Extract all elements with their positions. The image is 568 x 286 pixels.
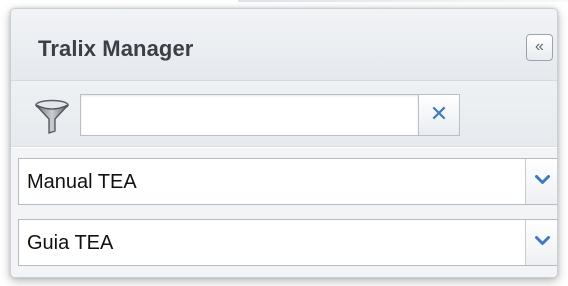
funnel-icon xyxy=(33,98,71,136)
chevron-down-icon xyxy=(535,236,550,245)
stage: Tralix Manager « ✕ Manual TEA Guia TEA xyxy=(0,0,568,286)
panel-title: Tralix Manager xyxy=(38,36,194,61)
combobox-value: Manual TEA xyxy=(27,171,137,193)
clear-filter-button[interactable]: ✕ xyxy=(418,94,460,136)
tralix-manager-panel: Tralix Manager « ✕ Manual TEA Guia TEA xyxy=(10,8,558,278)
filter-input[interactable] xyxy=(80,94,419,136)
guia-tea-combobox[interactable]: Guia TEA xyxy=(18,219,557,266)
close-icon: ✕ xyxy=(429,101,449,126)
double-chevron-left-icon: « xyxy=(535,38,544,55)
panel-body: Manual TEA Guia TEA xyxy=(11,148,557,277)
background-edge xyxy=(238,0,568,2)
combobox-trigger[interactable] xyxy=(525,159,557,204)
combobox-trigger[interactable] xyxy=(525,220,557,265)
panel-header: Tralix Manager « xyxy=(11,9,557,81)
chevron-down-icon xyxy=(535,175,550,184)
manual-tea-combobox[interactable]: Manual TEA xyxy=(18,158,557,205)
combobox-value: Guia TEA xyxy=(27,232,114,254)
collapse-button[interactable]: « xyxy=(526,34,553,61)
filter-toolbar: ✕ xyxy=(11,81,557,147)
